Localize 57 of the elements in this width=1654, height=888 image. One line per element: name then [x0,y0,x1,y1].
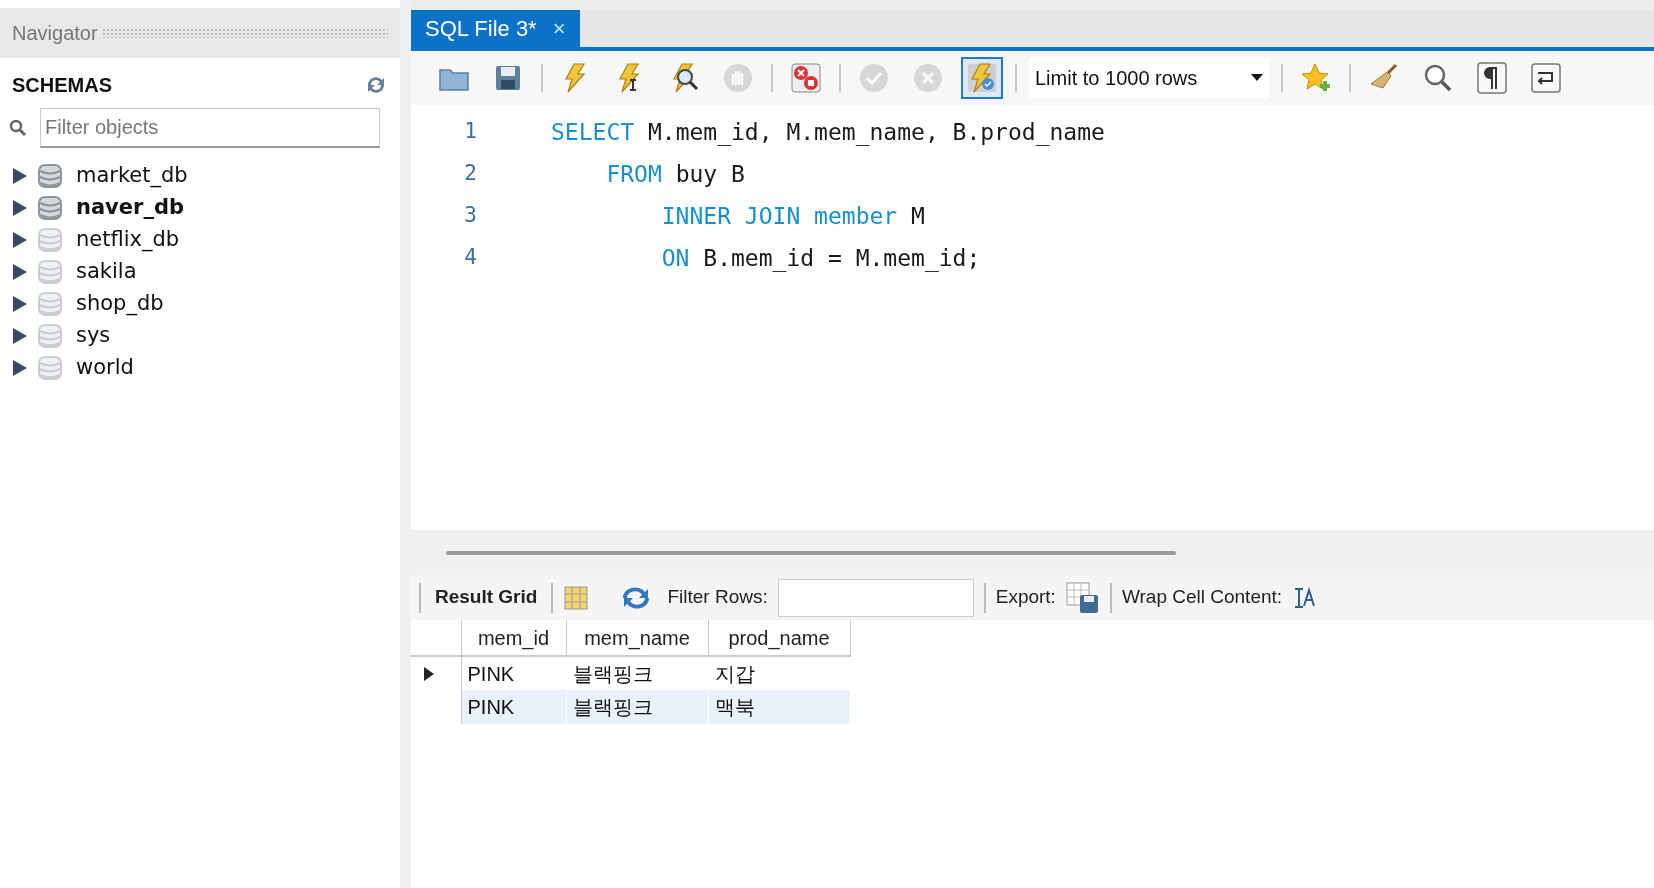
expand-arrow-icon[interactable] [12,231,28,249]
error-stop-icon [790,62,822,94]
column-header[interactable]: mem_id [461,620,566,656]
table-cell[interactable]: 블랙핑크 [566,656,708,690]
code-line: ON B.mem_id = M.mem_id; [660,243,981,274]
check-icon [858,62,890,94]
search-icon [1422,62,1454,94]
expand-arrow-icon[interactable] [12,167,28,185]
editor-tab[interactable]: SQL File 3* × [411,10,580,47]
section-title: SCHEMAS [12,73,112,98]
wrap-label: Wrap Cell Content: [1121,585,1283,610]
expand-arrow-icon[interactable] [12,295,28,313]
line-number: 4 [463,244,478,272]
view-tab[interactable]: Result Grid [431,583,542,612]
line-number: 3 [463,202,478,230]
lightning-check-icon [966,62,998,94]
filter-rows-field[interactable] [777,578,974,617]
line-number: 1 [463,118,478,146]
filter-field[interactable]: Filter objects [40,108,380,148]
schema-name[interactable]: shop_db [76,288,164,320]
schema-name[interactable]: naver_db [76,192,184,224]
column-header[interactable]: mem_name [566,620,708,656]
table-cell[interactable]: PINK [461,690,566,724]
export-label: Export: [995,585,1056,610]
wrap-icon [1530,62,1562,94]
code-line: INNER JOIN member M [660,201,925,231]
star-plus-icon [1300,62,1332,94]
current-row-icon [423,665,435,682]
schema-name[interactable]: netflix_db [76,224,180,256]
scrollbar[interactable] [446,550,1176,555]
table-cell[interactable]: 블랙핑크 [566,690,708,724]
close-icon[interactable]: × [552,12,566,45]
schema-name[interactable]: sakila [76,256,137,288]
code-line: FROM buy B [605,159,745,189]
column-header[interactable]: prod_name [708,620,850,656]
lightning-check-button[interactable] [961,57,1003,99]
expand-arrow-icon[interactable] [12,359,28,377]
filter-label: Filter Rows: [667,585,768,610]
table-cell[interactable]: 지갑 [708,656,850,690]
expand-arrow-icon[interactable] [12,199,28,217]
panel-title: Navigator [12,21,98,46]
table-cell[interactable]: PINK [461,656,566,690]
expand-arrow-icon[interactable] [12,327,28,345]
table-cell[interactable]: 맥북 [708,690,850,724]
wrap-text-icon[interactable] [1292,585,1317,610]
schema-name[interactable]: world [76,352,134,384]
expand-arrow-icon[interactable] [12,263,28,281]
limit-dropdown[interactable]: Limit to 1000 rows [1029,58,1269,98]
cross-icon [912,62,944,94]
search-icon [8,118,28,138]
code-line: SELECT M.mem_id, M.mem_name, B.prod_name [551,117,1105,148]
caret-icon [1251,74,1263,82]
export-icon[interactable] [1065,581,1100,614]
pilcrow-icon [1476,62,1508,94]
line-number: 2 [463,160,478,188]
schema-name[interactable]: sys [76,320,111,352]
schema-name[interactable]: market_db [76,160,188,192]
